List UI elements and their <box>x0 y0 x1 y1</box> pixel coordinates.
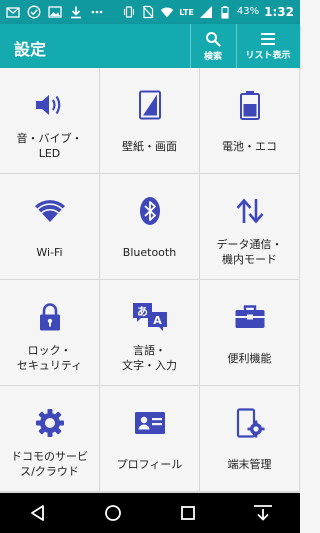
search-label: 検索 <box>203 51 222 62</box>
tile-convenience[interactable]: 便利機能 <box>200 280 299 385</box>
search-button[interactable]: 検索 <box>190 24 236 68</box>
device-settings-icon <box>236 408 264 438</box>
vibrate-icon <box>124 6 135 18</box>
wifi-icon <box>34 200 65 222</box>
gear-icon <box>35 409 64 437</box>
settings-grid: 音・バイブ・ LED 壁紙・画面 電池・エコ Wi-Fi Bluetooth デ… <box>0 68 300 493</box>
recent-apps-icon <box>180 506 195 520</box>
tile-device-management[interactable]: 端末管理 <box>200 386 299 491</box>
tile-label: 端末管理 <box>227 457 272 471</box>
tile-data[interactable]: データ通信・ 機内モード <box>200 174 299 279</box>
recent-apps-button[interactable] <box>168 493 208 533</box>
status-bar: LTE 43% 1:32 <box>0 0 300 24</box>
tile-label: 音・バイブ・ LED <box>16 132 83 160</box>
tile-label: ドコモのサービ ス/クラウド <box>11 450 88 478</box>
notification-shade-button[interactable] <box>243 493 283 533</box>
tile-label: データ通信・ 機内モード <box>216 238 283 266</box>
list-view-label: リスト表示 <box>245 50 291 61</box>
tile-label: ロック・ セキュリティ <box>16 344 83 372</box>
profile-card-icon <box>134 412 165 434</box>
back-button[interactable] <box>18 493 58 533</box>
image-icon <box>48 6 62 18</box>
data-transfer-icon <box>236 198 263 224</box>
pull-down-icon <box>253 505 272 521</box>
toolbox-icon <box>235 305 264 328</box>
tile-label: プロフィール <box>116 457 183 471</box>
tile-sound[interactable]: 音・バイブ・ LED <box>0 68 99 173</box>
page-title: 設定 <box>14 40 47 59</box>
tile-label: 言語・ 文字・入力 <box>122 344 177 372</box>
search-icon <box>206 31 221 47</box>
network-type: LTE <box>179 7 194 17</box>
list-view-button[interactable]: リスト表示 <box>236 24 300 68</box>
svg-text:あ: あ <box>137 305 148 318</box>
tile-label: 電池・エコ <box>222 139 277 153</box>
no-sim-icon <box>142 5 154 19</box>
language-icon: あ A <box>132 303 167 331</box>
download-icon <box>71 6 81 19</box>
volume-icon <box>35 95 60 115</box>
home-icon <box>104 505 121 521</box>
home-button[interactable] <box>93 493 133 533</box>
tile-label: 壁紙・画面 <box>122 139 177 153</box>
tile-label: 便利機能 <box>227 351 272 365</box>
tile-battery[interactable]: 電池・エコ <box>200 68 299 173</box>
tile-label: Wi-Fi <box>36 245 63 259</box>
mail-icon <box>6 7 20 18</box>
tile-language[interactable]: あ A 言語・ 文字・入力 <box>100 280 199 385</box>
check-circle-icon <box>27 5 41 19</box>
battery-percent: 43% <box>236 6 260 17</box>
clock: 1:32 <box>264 5 294 19</box>
signal-icon <box>199 6 212 18</box>
lock-icon <box>39 303 60 331</box>
menu-list-icon <box>261 32 275 45</box>
tile-lock[interactable]: ロック・ セキュリティ <box>0 280 99 385</box>
back-icon <box>30 505 44 521</box>
more-notifications-icon <box>91 10 103 14</box>
wifi-status-icon <box>161 7 174 18</box>
tile-docomo[interactable]: ドコモのサービ ス/クラウド <box>0 386 99 491</box>
battery-icon <box>239 91 260 120</box>
tile-wallpaper[interactable]: 壁紙・画面 <box>100 68 199 173</box>
svg-text:A: A <box>153 314 162 327</box>
navigation-bar <box>0 493 300 533</box>
tile-profile[interactable]: プロフィール <box>100 386 199 491</box>
tile-bluetooth[interactable]: Bluetooth <box>100 174 199 279</box>
bluetooth-icon <box>139 197 160 225</box>
battery-status-icon <box>221 6 229 19</box>
tile-wifi[interactable]: Wi-Fi <box>0 174 99 279</box>
wallpaper-icon <box>138 90 161 120</box>
tile-label: Bluetooth <box>122 245 177 259</box>
app-bar: 設定 検索 リスト表示 <box>0 24 300 68</box>
